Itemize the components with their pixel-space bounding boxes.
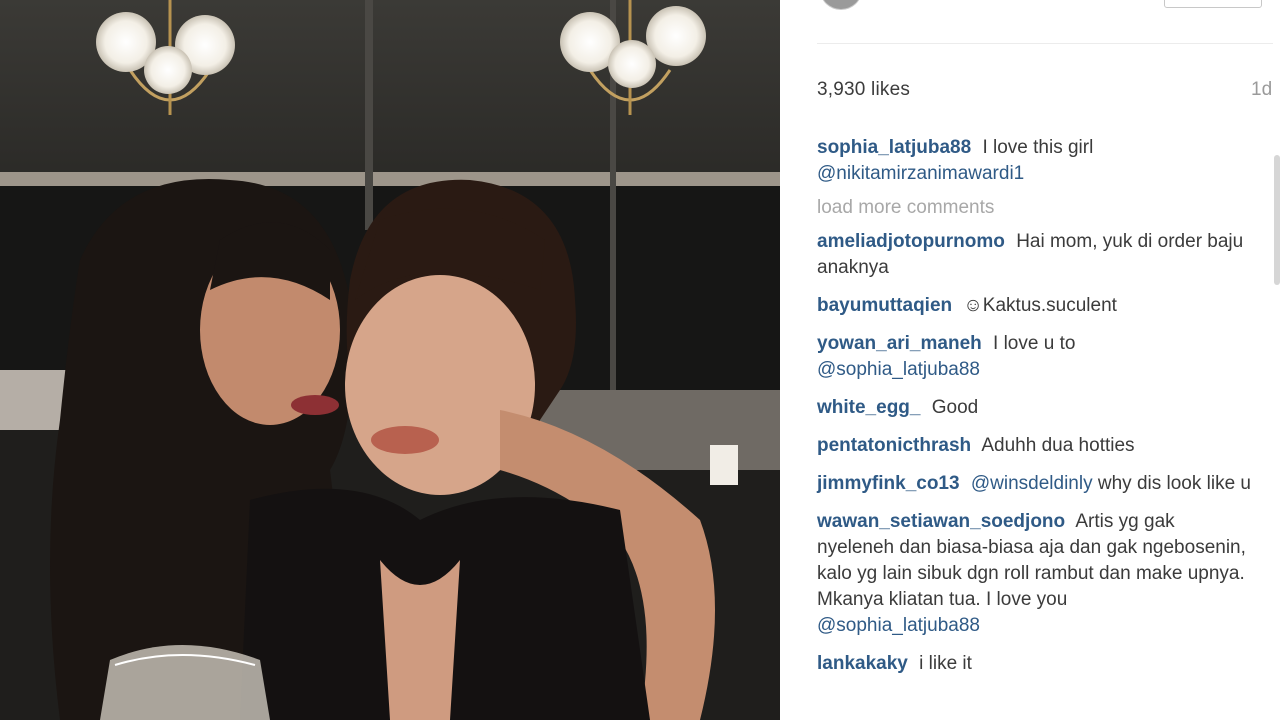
comment-username[interactable]: wawan_setiawan_soedjono [817,511,1065,532]
comment-item: pentatonicthrash Aduhh dua hotties [817,433,1257,459]
comment-item: ameliadjotopurnomo Hai mom, yuk di order… [817,229,1257,281]
comment-username[interactable]: bayumuttaqien [817,295,952,316]
comment-mention[interactable]: @sophia_latjuba88 [817,615,980,636]
comment-item: bayumuttaqien ☺Kaktus.suculent [817,293,1257,319]
post-photo[interactable] [0,0,780,720]
comment-text: why dis look like u [1097,473,1251,494]
comment-item: jimmyfink_co13 @winsdeldinly why dis loo… [817,471,1257,497]
comment-text: I love this girl [982,137,1094,158]
comment-text: Good [931,397,979,418]
follow-button[interactable] [1164,0,1262,8]
likes-count[interactable]: 3,930 likes [817,79,910,101]
post-sidebar: 3,930 likes 1d sophia_latjuba88 I love t… [780,0,1280,720]
comment-mention[interactable]: @nikitamirzanimawardi1 [817,163,1024,184]
comment-item: yowan_ari_maneh I love u to @sophia_latj… [817,331,1257,383]
comment-username[interactable]: ameliadjotopurnomo [817,231,1005,252]
comments-scrollbar[interactable] [1274,155,1280,285]
comment-mention[interactable]: @winsdeldinly [971,473,1093,494]
comment-username[interactable]: jimmyfink_co13 [817,473,960,494]
comment-text: I love u to [993,333,1076,354]
header-divider [817,43,1273,44]
comment-text: ☺Kaktus.suculent [963,295,1117,316]
comment-item: lankakaky i like it [817,651,1257,677]
comment-username[interactable]: white_egg_ [817,397,920,418]
comment-item: white_egg_ Good [817,395,1257,421]
post-timestamp[interactable]: 1d [1251,79,1272,101]
comments-list: sophia_latjuba88 I love this girl @nikit… [817,135,1257,689]
load-more-comments-link[interactable]: load more comments [817,195,1257,221]
comment-text: i like it [919,653,972,674]
comment-text: Aduhh dua hotties [981,435,1135,456]
comment-item: sophia_latjuba88 I love this girl @nikit… [817,135,1257,187]
avatar[interactable] [820,0,862,10]
comment-username[interactable]: pentatonicthrash [817,435,971,456]
comment-username[interactable]: yowan_ari_maneh [817,333,982,354]
comment-mention[interactable]: @sophia_latjuba88 [817,359,980,380]
comment-username[interactable]: lankakaky [817,653,908,674]
comment-item: wawan_setiawan_soedjono Artis yg gak nye… [817,509,1257,639]
comment-username[interactable]: sophia_latjuba88 [817,137,971,158]
photo-image [0,0,780,720]
